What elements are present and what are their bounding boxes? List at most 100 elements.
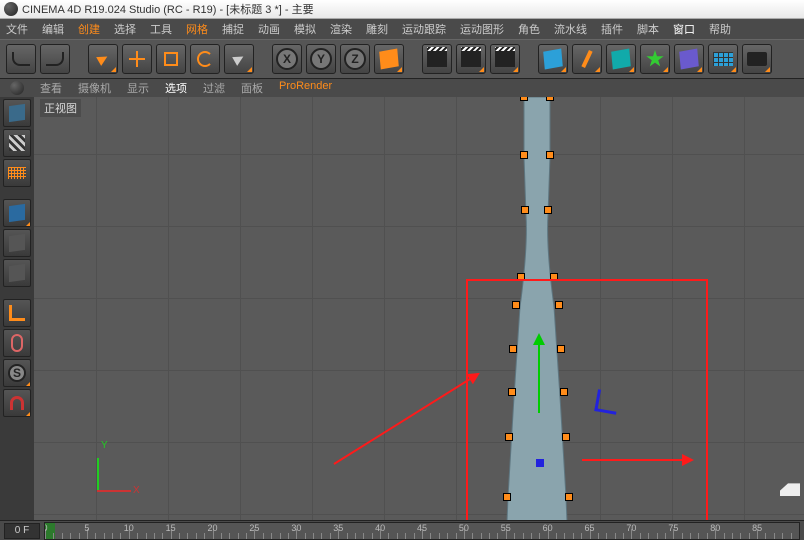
menu-item-8[interactable]: 模拟 <box>294 21 316 37</box>
z-axis-lock-button[interactable]: Z <box>340 44 370 74</box>
primitive-cube-button[interactable] <box>538 44 568 74</box>
camera-button[interactable] <box>742 44 772 74</box>
viewbar-item-1[interactable]: 摄像机 <box>78 80 111 96</box>
menu-item-16[interactable]: 脚本 <box>637 21 659 37</box>
menu-item-4[interactable]: 工具 <box>150 21 172 37</box>
viewbar-item-6[interactable]: ProRender <box>279 80 332 96</box>
deformer-icon <box>679 49 699 70</box>
vertex-handle[interactable] <box>509 389 515 395</box>
y-axis-icon: Y <box>310 48 332 70</box>
menu-item-6[interactable]: 捕捉 <box>222 21 244 37</box>
render-settings-button[interactable] <box>490 44 520 74</box>
edge-mode-button[interactable] <box>3 229 31 257</box>
menu-item-0[interactable]: 文件 <box>6 21 28 37</box>
vertex-handle[interactable] <box>522 207 528 213</box>
menu-item-17[interactable]: 窗口 <box>673 21 695 37</box>
menu-item-11[interactable]: 运动跟踪 <box>402 21 446 37</box>
magnet-button[interactable] <box>3 389 31 417</box>
window-titlebar: CINEMA 4D R19.024 Studio (RC - R19) - [未… <box>0 0 804 19</box>
main-toolbar: X Y Z <box>0 39 804 79</box>
tweak-mode-button[interactable] <box>3 329 31 357</box>
camera-icon <box>747 52 767 66</box>
redo-button[interactable] <box>40 44 70 74</box>
edge-cube-icon <box>9 234 25 252</box>
axis-icon <box>9 305 25 321</box>
rotate-icon <box>197 51 213 67</box>
workspace: S 正视图 Y X <box>0 97 804 520</box>
vertex-handle[interactable] <box>547 152 553 158</box>
undo-button[interactable] <box>6 44 36 74</box>
workplane-mode-button[interactable] <box>3 159 31 187</box>
menu-item-2[interactable]: 创建 <box>78 21 100 37</box>
deformer-button[interactable] <box>674 44 704 74</box>
render-region-button[interactable] <box>456 44 486 74</box>
vertex-handle[interactable] <box>506 434 512 440</box>
menu-item-7[interactable]: 动画 <box>258 21 280 37</box>
vertex-handle[interactable] <box>551 274 557 280</box>
coord-system-button[interactable] <box>374 44 404 74</box>
vertex-handle[interactable] <box>504 494 510 500</box>
model-mode-button[interactable] <box>3 99 31 127</box>
vertex-handle[interactable] <box>545 207 551 213</box>
timeline-ruler[interactable]: 0510152025303540455055606570758085 <box>44 522 800 540</box>
generator-button[interactable] <box>606 44 636 74</box>
viewbar-item-4[interactable]: 过滤 <box>203 80 225 96</box>
point-mode-button[interactable] <box>3 199 31 227</box>
vertex-handle[interactable] <box>510 346 516 352</box>
vertex-handle[interactable] <box>566 494 572 500</box>
vertex-handle[interactable] <box>563 434 569 440</box>
viewbar-item-0[interactable]: 查看 <box>40 80 62 96</box>
menu-item-9[interactable]: 渲染 <box>330 21 352 37</box>
rotate-tool-button[interactable] <box>190 44 220 74</box>
timeline-tick-label: 50 <box>459 523 469 533</box>
snap-button[interactable]: S <box>3 359 31 387</box>
menu-item-13[interactable]: 角色 <box>518 21 540 37</box>
menu-item-18[interactable]: 帮助 <box>709 21 731 37</box>
timeline-start-frame[interactable]: 0 F <box>4 523 40 539</box>
menu-item-12[interactable]: 运动图形 <box>460 21 504 37</box>
environment-button[interactable] <box>708 44 738 74</box>
editable-object[interactable] <box>494 97 580 520</box>
texture-mode-button[interactable] <box>3 129 31 157</box>
y-axis-gizmo[interactable] <box>538 335 540 413</box>
vertex-handle[interactable] <box>521 97 527 100</box>
y-axis-lock-button[interactable]: Y <box>306 44 336 74</box>
viewbar-item-5[interactable]: 面板 <box>241 80 263 96</box>
viewport-front[interactable]: 正视图 Y X <box>34 97 804 520</box>
viewbar-item-2[interactable]: 显示 <box>127 80 149 96</box>
vertex-handle[interactable] <box>518 274 524 280</box>
vertex-handle[interactable] <box>547 97 553 100</box>
render-view-button[interactable] <box>422 44 452 74</box>
menu-item-5[interactable]: 网格 <box>186 21 208 37</box>
timeline-tick-label: 45 <box>417 523 427 533</box>
mograph-button[interactable] <box>640 44 670 74</box>
vertex-handle[interactable] <box>521 152 527 158</box>
menu-item-15[interactable]: 插件 <box>601 21 623 37</box>
clapboard-gear-icon <box>495 51 515 67</box>
viewbar-item-3[interactable]: 选项 <box>165 80 187 96</box>
live-select-button[interactable] <box>88 44 118 74</box>
gizmo-origin[interactable] <box>536 459 544 467</box>
timeline-tick-label: 40 <box>375 523 385 533</box>
viewport-origin-axes: Y X <box>97 442 147 492</box>
vertex-handle[interactable] <box>556 302 562 308</box>
menu-item-14[interactable]: 流水线 <box>554 21 587 37</box>
vertex-handle[interactable] <box>513 302 519 308</box>
spline-pen-button[interactable] <box>572 44 602 74</box>
timeline[interactable]: 0 F 0510152025303540455055606570758085 <box>0 520 804 540</box>
x-axis-lock-button[interactable]: X <box>272 44 302 74</box>
scale-tool-button[interactable] <box>156 44 186 74</box>
viewport-globe-icon[interactable] <box>10 81 24 95</box>
vertex-handle[interactable] <box>558 346 564 352</box>
timeline-tick-label: 55 <box>501 523 511 533</box>
menu-item-3[interactable]: 选择 <box>114 21 136 37</box>
vertex-handle[interactable] <box>561 389 567 395</box>
menu-item-10[interactable]: 雕刻 <box>366 21 388 37</box>
menu-item-1[interactable]: 编辑 <box>42 21 64 37</box>
move-tool-button[interactable] <box>122 44 152 74</box>
axis-mode-button[interactable] <box>3 299 31 327</box>
polygon-mode-button[interactable] <box>3 259 31 287</box>
pen-icon <box>581 50 592 68</box>
z-axis-gizmo[interactable] <box>594 389 619 414</box>
last-tool-button[interactable] <box>224 44 254 74</box>
